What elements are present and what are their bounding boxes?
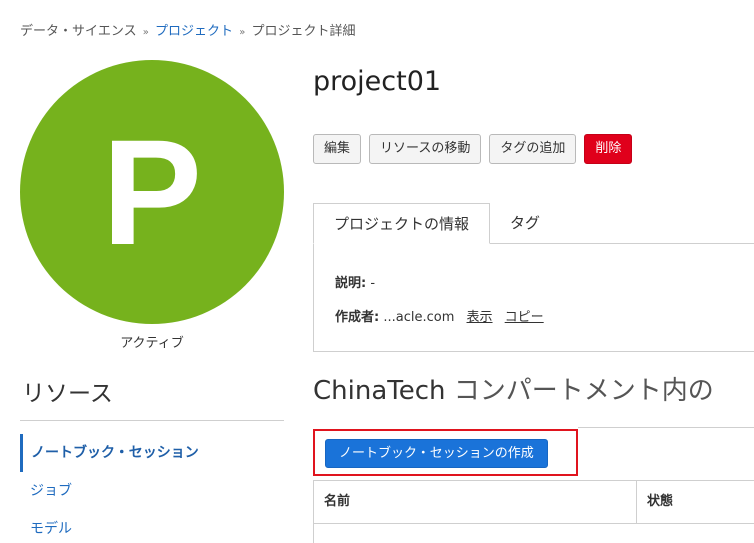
column-header-state[interactable]: 状態 <box>637 481 754 523</box>
add-tag-button[interactable]: タグの追加 <box>489 134 577 164</box>
breadcrumb: データ・サイエンス » プロジェクト » プロジェクト詳細 <box>20 20 355 39</box>
edit-button[interactable]: 編集 <box>313 134 362 164</box>
created-by-value: ...acle.com <box>383 310 455 325</box>
sessions-table-body <box>313 524 754 543</box>
sidebar-item-notebook-sessions[interactable]: ノートブック・セッション <box>20 434 284 472</box>
sidebar-item-jobs[interactable]: ジョブ <box>20 472 284 510</box>
created-by-row: 作成者: ...acle.com 表示 コピー <box>335 306 544 325</box>
project-avatar: P <box>20 60 284 324</box>
project-details-page: データ・サイエンス » プロジェクト » プロジェクト詳細 P アクティブ リソ… <box>0 0 754 543</box>
column-header-name[interactable]: 名前 <box>314 481 637 523</box>
tab-project-info[interactable]: プロジェクトの情報 <box>313 203 491 244</box>
create-notebook-session-button[interactable]: ノートブック・セッションの作成 <box>325 439 548 468</box>
sidebar-item-models[interactable]: モデル <box>20 510 284 543</box>
show-link[interactable]: 表示 <box>467 310 493 325</box>
page-title: project01 <box>313 66 442 97</box>
tab-strip: プロジェクトの情報 タグ <box>313 203 560 244</box>
description-label: 説明: <box>335 276 367 291</box>
resources-divider <box>20 420 284 421</box>
breadcrumb-separator: » <box>142 27 149 38</box>
table-toolbar-divider <box>578 427 754 428</box>
heading-suffix: コンパートメント内の <box>453 376 714 406</box>
details-tabs: プロジェクトの情報 タグ 説明: - 作成者: ...acle.com 表示 コ… <box>313 203 754 352</box>
project-status: アクティブ <box>120 336 184 351</box>
compartment-name: ChinaTech <box>313 376 446 406</box>
sessions-table-header: 名前 状態 <box>313 480 754 524</box>
copy-link[interactable]: コピー <box>505 310 544 325</box>
created-by-label: 作成者: <box>335 310 380 325</box>
breadcrumb-separator: » <box>239 27 246 38</box>
action-toolbar: 編集 リソースの移動 タグの追加 削除 <box>313 134 633 164</box>
tab-tags[interactable]: タグ <box>490 203 560 244</box>
description-value: - <box>370 276 376 291</box>
project-info-panel: 説明: - 作成者: ...acle.com 表示 コピー <box>313 243 754 352</box>
move-resource-button[interactable]: リソースの移動 <box>369 134 482 164</box>
breadcrumb-projects-link[interactable]: プロジェクト <box>155 24 233 39</box>
resources-heading: リソース <box>22 381 113 407</box>
delete-button[interactable]: 削除 <box>584 134 633 164</box>
notebook-sessions-heading: ChinaTech コンパートメント内の <box>313 370 714 407</box>
avatar-letter: P <box>101 108 203 276</box>
description-row: 説明: - <box>335 272 375 291</box>
resources-nav: ノートブック・セッション ジョブ モデル <box>20 434 284 543</box>
breadcrumb-data-science[interactable]: データ・サイエンス <box>20 24 137 39</box>
breadcrumb-current: プロジェクト詳細 <box>251 24 356 39</box>
create-button-highlight: ノートブック・セッションの作成 <box>313 429 578 476</box>
